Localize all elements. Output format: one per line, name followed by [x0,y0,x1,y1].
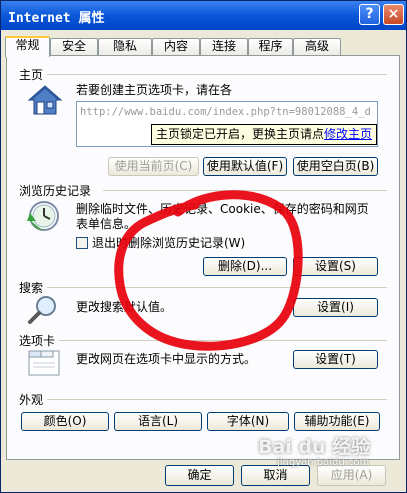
watermark-url: jingyan.baidu.com [277,457,370,468]
general-tab-panel: 主页 若要创建主页选项卡，请在各 http://www.baidu.com/in… [6,55,400,460]
appearance-group-label: 外观 [19,393,44,407]
clock-history-icon [27,201,59,231]
tab-privacy[interactable]: 隐私 [98,38,152,55]
tab-content[interactable]: 内容 [152,38,200,55]
search-settings-button[interactable]: 设置(I) [293,298,378,317]
magnifier-icon [28,296,56,324]
tab-general[interactable]: 常规 [5,36,50,57]
tab-security[interactable]: 安全 [50,38,98,55]
help-button[interactable]: ? [359,4,380,25]
modify-homepage-link[interactable]: 修改主页 [324,127,372,141]
use-blank-button[interactable]: 使用空白页(B) [293,157,378,176]
tab-programs[interactable]: 程序 [248,38,293,55]
languages-button[interactable]: 语言(L) [114,412,202,431]
history-description-line1: 删除临时文件、历史记录、Cookie、保存的密码和网页 [76,202,369,216]
cancel-button[interactable]: 取消 [241,465,310,486]
fonts-button[interactable]: 字体(N) [207,412,289,431]
search-description: 更改搜索默认值。 [76,300,173,314]
homepage-group-label: 主页 [19,68,44,82]
tabs-settings-button[interactable]: 设置(T) [293,350,378,369]
history-separator [103,190,387,191]
window-title: Internet 属性 [8,11,105,26]
tabs-window-icon [28,350,60,376]
tab-connections[interactable]: 连接 [200,38,248,55]
search-separator [47,287,387,288]
history-settings-button[interactable]: 设置(S) [293,257,378,276]
tab-advanced[interactable]: 高级 [293,38,341,55]
ok-button[interactable]: 确定 [165,465,234,486]
delete-history-button[interactable]: 删除(D)... [203,257,287,276]
homepage-lock-tooltip: 主页锁定已开启，更换主页请点修改主页 [151,124,377,145]
tabs-separator [59,340,387,341]
title-bar[interactable]: Internet 属性 ? × [1,1,406,30]
use-current-button[interactable]: 使用当前页(C) [108,157,199,176]
close-button[interactable]: × [383,4,404,25]
appearance-separator [47,399,387,400]
homepage-separator [47,74,387,75]
delete-on-exit-label: 退出时删除浏览历史记录(W) [92,236,246,250]
apply-button[interactable]: 应用(A) [317,465,386,486]
use-default-button[interactable]: 使用默认值(F) [203,157,287,176]
watermark-brand: Bai du 经验 [258,436,371,458]
delete-on-exit-checkbox[interactable] [76,237,88,249]
history-description-line2: 表单信息。 [76,217,137,231]
house-icon [27,85,63,115]
tooltip-text: 主页锁定已开启，更换主页请点 [156,127,325,141]
history-group-label: 浏览历史记录 [19,184,92,198]
tabs-description: 更改网页在选项卡中显示的方式。 [76,352,257,366]
internet-properties-window: Internet 属性 ? × 常规 安全 隐私 内容 连接 程序 高级 主页 … [0,0,407,493]
accessibility-button[interactable]: 辅助功能(E) [294,412,380,431]
colors-button[interactable]: 颜色(O) [21,412,109,431]
homepage-description: 若要创建主页选项卡，请在各 [76,83,233,97]
